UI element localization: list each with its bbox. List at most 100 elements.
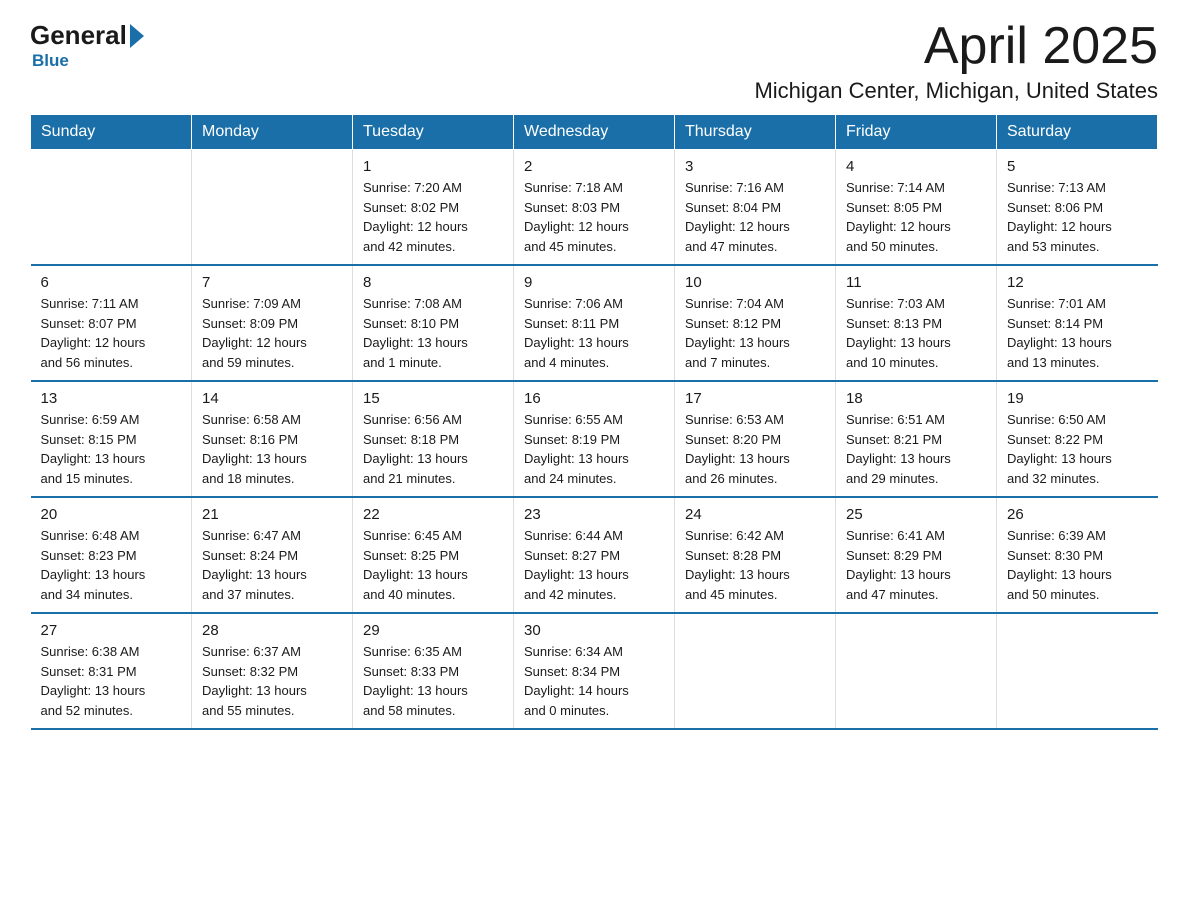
day-number: 7: [202, 274, 342, 291]
day-info: Sunrise: 6:59 AM Sunset: 8:15 PM Dayligh…: [41, 410, 182, 488]
day-number: 26: [1007, 506, 1148, 523]
day-info: Sunrise: 7:20 AM Sunset: 8:02 PM Dayligh…: [363, 178, 503, 256]
day-number: 15: [363, 390, 503, 407]
calendar-cell: 1 Sunrise: 7:20 AM Sunset: 8:02 PM Daylig…: [353, 150, 514, 266]
calendar-cell: 17Sunrise: 6:53 AM Sunset: 8:20 PM Dayli…: [675, 381, 836, 497]
calendar-cell: 26 Sunrise: 6:39 AM Sunset: 8:30 PM Dayli…: [997, 497, 1158, 613]
day-info: Sunrise: 7:03 AM Sunset: 8:13 PM Dayligh…: [846, 294, 986, 372]
day-info: Sunrise: 6:45 AM Sunset: 8:25 PM Dayligh…: [363, 526, 503, 604]
day-number: 10: [685, 274, 825, 291]
day-number: 14: [202, 390, 342, 407]
calendar-cell: 24Sunrise: 6:42 AM Sunset: 8:28 PM Dayli…: [675, 497, 836, 613]
month-title: April 2025: [754, 20, 1158, 72]
days-of-week-row: SundayMondayTuesdayWednesdayThursdayFrid…: [31, 115, 1158, 150]
day-number: 24: [685, 506, 825, 523]
day-info: Sunrise: 6:47 AM Sunset: 8:24 PM Dayligh…: [202, 526, 342, 604]
day-number: 1: [363, 158, 503, 175]
calendar-cell: [675, 613, 836, 729]
calendar-cell: 12 Sunrise: 7:01 AM Sunset: 8:14 PM Dayli…: [997, 265, 1158, 381]
calendar-cell: 25 Sunrise: 6:41 AM Sunset: 8:29 PM Dayli…: [836, 497, 997, 613]
day-info: Sunrise: 6:39 AM Sunset: 8:30 PM Dayligh…: [1007, 526, 1148, 604]
calendar-cell: 21Sunrise: 6:47 AM Sunset: 8:24 PM Dayli…: [192, 497, 353, 613]
logo: General Blue: [30, 20, 147, 71]
calendar-cell: 5 Sunrise: 7:13 AM Sunset: 8:06 PM Daylig…: [997, 150, 1158, 266]
day-info: Sunrise: 6:38 AM Sunset: 8:31 PM Dayligh…: [41, 642, 182, 720]
day-number: 30: [524, 622, 664, 639]
calendar-week-2: 6 Sunrise: 7:11 AM Sunset: 8:07 PM Daylig…: [31, 265, 1158, 381]
day-info: Sunrise: 6:44 AM Sunset: 8:27 PM Dayligh…: [524, 526, 664, 604]
day-number: 4: [846, 158, 986, 175]
day-of-week-saturday: Saturday: [997, 115, 1158, 150]
calendar-cell: 10 Sunrise: 7:04 AM Sunset: 8:12 PM Dayli…: [675, 265, 836, 381]
day-number: 6: [41, 274, 182, 291]
day-of-week-tuesday: Tuesday: [353, 115, 514, 150]
day-info: Sunrise: 6:56 AM Sunset: 8:18 PM Dayligh…: [363, 410, 503, 488]
calendar-cell: 13 Sunrise: 6:59 AM Sunset: 8:15 PM Dayli…: [31, 381, 192, 497]
day-info: Sunrise: 6:58 AM Sunset: 8:16 PM Dayligh…: [202, 410, 342, 488]
day-info: Sunrise: 7:01 AM Sunset: 8:14 PM Dayligh…: [1007, 294, 1148, 372]
calendar-week-3: 13 Sunrise: 6:59 AM Sunset: 8:15 PM Dayli…: [31, 381, 1158, 497]
day-number: 18: [846, 390, 986, 407]
calendar-header: SundayMondayTuesdayWednesdayThursdayFrid…: [31, 115, 1158, 150]
calendar-cell: [192, 150, 353, 266]
day-of-week-thursday: Thursday: [675, 115, 836, 150]
day-number: 8: [363, 274, 503, 291]
calendar-table: SundayMondayTuesdayWednesdayThursdayFrid…: [30, 114, 1158, 730]
day-info: Sunrise: 7:11 AM Sunset: 8:07 PM Dayligh…: [41, 294, 182, 372]
logo-triangle-icon: [130, 24, 144, 48]
page-header: General Blue April 2025 Michigan Center,…: [30, 20, 1158, 104]
day-number: 23: [524, 506, 664, 523]
day-of-week-monday: Monday: [192, 115, 353, 150]
calendar-cell: [997, 613, 1158, 729]
day-info: Sunrise: 7:16 AM Sunset: 8:04 PM Dayligh…: [685, 178, 825, 256]
calendar-cell: 3 Sunrise: 7:16 AM Sunset: 8:04 PM Daylig…: [675, 150, 836, 266]
day-number: 20: [41, 506, 182, 523]
title-section: April 2025 Michigan Center, Michigan, Un…: [754, 20, 1158, 104]
calendar-cell: 7 Sunrise: 7:09 AM Sunset: 8:09 PM Daylig…: [192, 265, 353, 381]
day-number: 9: [524, 274, 664, 291]
day-number: 12: [1007, 274, 1148, 291]
day-number: 22: [363, 506, 503, 523]
day-number: 5: [1007, 158, 1148, 175]
day-info: Sunrise: 7:08 AM Sunset: 8:10 PM Dayligh…: [363, 294, 503, 372]
day-number: 27: [41, 622, 182, 639]
day-number: 3: [685, 158, 825, 175]
logo-text: General: [30, 20, 147, 51]
calendar-cell: 22 Sunrise: 6:45 AM Sunset: 8:25 PM Dayli…: [353, 497, 514, 613]
day-number: 17: [685, 390, 825, 407]
day-info: Sunrise: 7:09 AM Sunset: 8:09 PM Dayligh…: [202, 294, 342, 372]
day-number: 29: [363, 622, 503, 639]
day-info: Sunrise: 7:04 AM Sunset: 8:12 PM Dayligh…: [685, 294, 825, 372]
day-info: Sunrise: 6:50 AM Sunset: 8:22 PM Dayligh…: [1007, 410, 1148, 488]
calendar-cell: 4 Sunrise: 7:14 AM Sunset: 8:05 PM Daylig…: [836, 150, 997, 266]
day-info: Sunrise: 7:14 AM Sunset: 8:05 PM Dayligh…: [846, 178, 986, 256]
calendar-cell: 2Sunrise: 7:18 AM Sunset: 8:03 PM Daylig…: [514, 150, 675, 266]
calendar-cell: 23 Sunrise: 6:44 AM Sunset: 8:27 PM Dayli…: [514, 497, 675, 613]
calendar-cell: 29Sunrise: 6:35 AM Sunset: 8:33 PM Dayli…: [353, 613, 514, 729]
calendar-cell: 20 Sunrise: 6:48 AM Sunset: 8:23 PM Dayli…: [31, 497, 192, 613]
calendar-cell: 6 Sunrise: 7:11 AM Sunset: 8:07 PM Daylig…: [31, 265, 192, 381]
day-info: Sunrise: 7:18 AM Sunset: 8:03 PM Dayligh…: [524, 178, 664, 256]
day-number: 28: [202, 622, 342, 639]
calendar-week-5: 27 Sunrise: 6:38 AM Sunset: 8:31 PM Dayli…: [31, 613, 1158, 729]
calendar-cell: 8 Sunrise: 7:08 AM Sunset: 8:10 PM Daylig…: [353, 265, 514, 381]
calendar-cell: 19Sunrise: 6:50 AM Sunset: 8:22 PM Dayli…: [997, 381, 1158, 497]
calendar-cell: 28 Sunrise: 6:37 AM Sunset: 8:32 PM Dayli…: [192, 613, 353, 729]
day-info: Sunrise: 6:37 AM Sunset: 8:32 PM Dayligh…: [202, 642, 342, 720]
calendar-cell: 30Sunrise: 6:34 AM Sunset: 8:34 PM Dayli…: [514, 613, 675, 729]
calendar-cell: [31, 150, 192, 266]
day-of-week-sunday: Sunday: [31, 115, 192, 150]
day-number: 11: [846, 274, 986, 291]
day-number: 25: [846, 506, 986, 523]
calendar-cell: 11 Sunrise: 7:03 AM Sunset: 8:13 PM Dayli…: [836, 265, 997, 381]
day-of-week-friday: Friday: [836, 115, 997, 150]
day-info: Sunrise: 6:48 AM Sunset: 8:23 PM Dayligh…: [41, 526, 182, 604]
day-number: 13: [41, 390, 182, 407]
calendar-cell: 18 Sunrise: 6:51 AM Sunset: 8:21 PM Dayli…: [836, 381, 997, 497]
day-info: Sunrise: 7:13 AM Sunset: 8:06 PM Dayligh…: [1007, 178, 1148, 256]
day-info: Sunrise: 6:41 AM Sunset: 8:29 PM Dayligh…: [846, 526, 986, 604]
location-title: Michigan Center, Michigan, United States: [754, 78, 1158, 104]
calendar-cell: 15 Sunrise: 6:56 AM Sunset: 8:18 PM Dayli…: [353, 381, 514, 497]
day-info: Sunrise: 6:51 AM Sunset: 8:21 PM Dayligh…: [846, 410, 986, 488]
calendar-cell: [836, 613, 997, 729]
